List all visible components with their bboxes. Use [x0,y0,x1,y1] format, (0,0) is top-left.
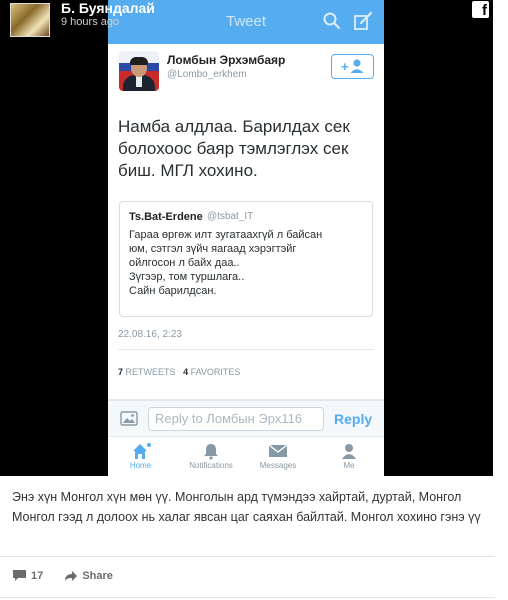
author-name[interactable]: Б. Буяндалай [61,0,155,16]
retweets-count[interactable]: 7 [118,367,123,377]
bell-icon [204,444,218,460]
divider [0,597,495,598]
share-icon [65,570,78,581]
follow-user-icon: + [341,59,364,74]
comment-icon [13,570,26,581]
tab-me[interactable]: Me [330,437,368,476]
tab-home[interactable]: Home [118,437,163,476]
follow-button[interactable]: + [331,54,374,79]
tweet-text: Намба алдлаа. Барилдах сек болохоос баяр… [118,117,350,180]
facebook-video-frame: Б. Буяндалай 9 hours ago f Tweet Ломбын … [0,0,493,476]
tweet-card: Ломбын Эрхэмбаяр @Lombo_erkhem + Намба а… [108,44,384,400]
svg-text:+: + [341,59,349,74]
twitter-screenshot: Tweet Ломбын Эрхэмбаяр @Lombo_erkhem + Н… [108,0,384,476]
tab-messages[interactable]: Messages [253,437,303,476]
quoted-tweet-text: Гараа өргөж илт зугатаахгүй л байсан юм,… [129,229,323,297]
tweet-author-handle[interactable]: @Lombo_erkhem [167,69,247,80]
home-icon [132,443,151,459]
twitter-tabbar: Home Notifications Messages Me [108,436,384,476]
tab-messages-label: Messages [259,461,297,470]
post-timestamp[interactable]: 9 hours ago [61,16,119,28]
author-avatar[interactable] [10,3,50,37]
divider [118,349,374,350]
reply-input[interactable]: Reply to Ломбын Эрх116 [148,407,324,431]
share-action[interactable]: Share [64,569,113,582]
post-actions: 17 Share [12,569,113,587]
favorites-label[interactable]: FAVORITES [191,367,241,377]
quoted-author-name: Ts.Bat-Erdene [129,211,203,223]
reply-button[interactable]: Reply [334,411,372,427]
comment-count: 17 [31,569,44,582]
facebook-logo-icon: f [472,1,489,19]
photo-icon[interactable] [120,411,138,426]
share-label: Share [82,569,113,582]
envelope-icon [268,444,288,457]
tweet-stats: 7 RETWEETS 4 FAVORITES [118,367,240,377]
facebook-post-header: Б. Буяндалай 9 hours ago f [0,0,493,40]
divider [0,556,495,557]
tweet-date: 22.08.16, 2:23 [118,329,182,340]
quoted-tweet[interactable]: Ts.Bat-Erdene @tsbat_IT Гараа өргөж илт … [119,201,373,317]
tab-home-label: Home [129,461,152,470]
tab-notifications-label: Notifications [189,461,233,470]
favorites-count[interactable]: 4 [183,367,188,377]
post-caption: Энэ хүн Монгол хүн мөн үү. Монголын ард … [12,490,481,524]
retweets-label[interactable]: RETWEETS [126,367,176,377]
reply-char-count: 116 [281,411,303,426]
reply-bar: Reply to Ломбын Эрх116 Reply [108,400,384,436]
person-icon [342,444,356,459]
tweet-author-name[interactable]: Ломбын Эрхэмбаяр [167,53,285,67]
quoted-author-handle: @tsbat_IT [207,211,254,222]
reply-placeholder: Reply to Ломбын Эрх [155,411,282,426]
tab-me-label: Me [343,461,355,470]
tab-notifications[interactable]: Notifications [176,437,246,476]
comment-action[interactable]: 17 [12,569,64,582]
tweet-author-avatar[interactable] [119,51,159,91]
